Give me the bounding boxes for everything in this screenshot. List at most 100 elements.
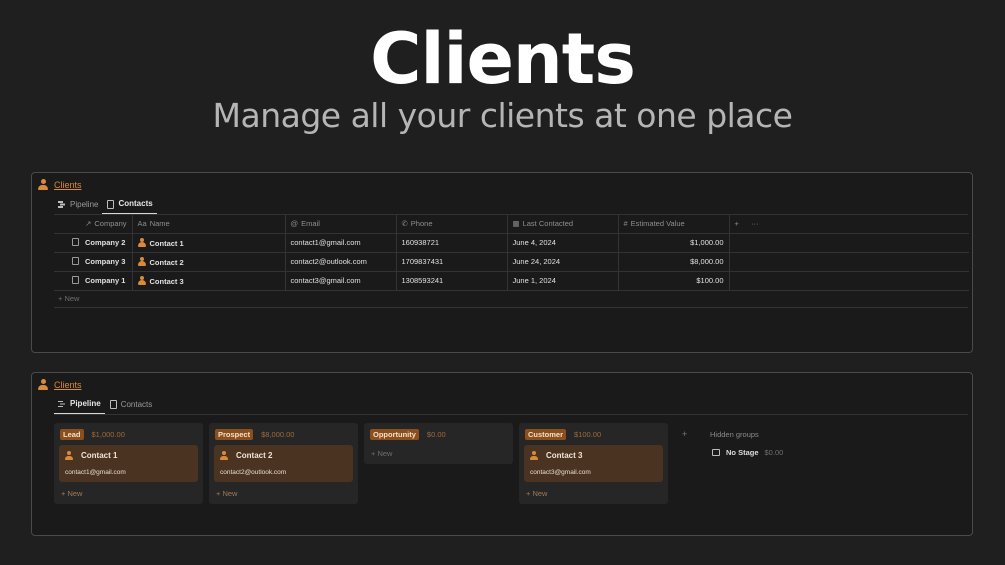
stage-badge: Lead: [60, 429, 84, 440]
tab-pipeline[interactable]: Pipeline: [54, 397, 105, 414]
add-card-button[interactable]: + New: [214, 489, 353, 498]
cell-name[interactable]: Contact 3: [132, 271, 286, 291]
stage-total: $8,000.00: [261, 430, 295, 439]
contacts-table: ↗ Company Aa Name @ Email ✆ Phone ▦ Last Cont…: [54, 215, 969, 291]
no-stage-value: $0.00: [764, 448, 784, 457]
column-header-last-contacted[interactable]: ▦ Last Contacted: [507, 215, 619, 234]
cell-company[interactable]: Company 1: [54, 271, 133, 291]
cell-last-contacted[interactable]: June 1, 2024: [507, 271, 619, 291]
pipeline-board: Lead $1,000.00 Contact 1 contact1@gmail.…: [54, 423, 668, 504]
column-actions: + ···: [729, 215, 969, 234]
cell-estimated-value[interactable]: $1,000.00: [618, 233, 730, 253]
hero-subtitle: Manage all your clients at one place: [212, 96, 793, 135]
person-icon: [137, 256, 146, 266]
column-header[interactable]: Prospect $8,000.00: [215, 429, 353, 440]
board-card[interactable]: Contact 2 contact2@outlook.com: [214, 445, 353, 482]
add-column-icon[interactable]: +: [735, 219, 739, 228]
tab-label: Contacts: [120, 399, 153, 409]
stage-badge: Customer: [525, 429, 567, 440]
calendar-icon: ▦: [512, 219, 520, 229]
cell-email[interactable]: contact2@outlook.com: [285, 252, 397, 272]
table-row[interactable]: Company 2 Contact 1 contact1@gmail.com 1…: [54, 233, 969, 253]
stage-total: $0.00: [426, 430, 446, 439]
tab-pipeline[interactable]: Pipeline: [54, 197, 102, 214]
card-email: contact3@gmail.com: [530, 469, 591, 476]
page-icon: [72, 276, 79, 284]
person-icon: [65, 451, 73, 460]
column-header[interactable]: Customer $100.00: [525, 429, 663, 440]
relation-icon: ↗: [85, 219, 92, 229]
card-email: contact2@outlook.com: [220, 469, 287, 476]
database-title-link[interactable]: Clients: [54, 180, 82, 190]
cell-phone[interactable]: 1308593241: [396, 271, 508, 291]
tabs-divider: [54, 414, 968, 415]
cell-name[interactable]: Contact 2: [132, 252, 286, 272]
hidden-group-no-stage[interactable]: No Stage $0.00: [712, 448, 783, 457]
board-card[interactable]: Contact 3 contact3@gmail.com: [524, 445, 663, 482]
column-header[interactable]: Lead $1,000.00: [60, 429, 198, 440]
column-header-company[interactable]: ↗ Company: [54, 215, 133, 234]
table-header-row: ↗ Company Aa Name @ Email ✆ Phone ▦ Last Cont…: [54, 215, 969, 234]
cell-last-contacted[interactable]: June 24, 2024: [507, 252, 619, 272]
column-header-phone[interactable]: ✆ Phone: [396, 215, 508, 234]
table-row[interactable]: Company 3 Contact 2 contact2@outlook.com…: [54, 252, 969, 272]
person-icon: [137, 237, 146, 247]
person-icon: [220, 451, 228, 460]
card-title: Contact 2: [220, 451, 347, 460]
person-icon: [38, 179, 48, 190]
table-row[interactable]: Company 1 Contact 3 contact3@gmail.com 1…: [54, 271, 969, 291]
stage-total: $100.00: [574, 430, 602, 439]
board-column-lead: Lead $1,000.00 Contact 1 contact1@gmail.…: [54, 423, 203, 504]
person-icon: [137, 275, 146, 285]
tab-label: Contacts: [118, 199, 153, 208]
add-group-icon[interactable]: +: [682, 429, 687, 439]
board-icon: [58, 400, 66, 408]
hero-title: Clients: [370, 18, 636, 100]
card-title: Contact 3: [530, 451, 657, 460]
board-card[interactable]: Contact 1 contact1@gmail.com: [59, 445, 198, 482]
database-header: Clients: [38, 179, 82, 190]
number-icon: #: [623, 219, 628, 229]
stage-badge: Opportunity: [370, 429, 419, 440]
cell-phone[interactable]: 1709837431: [396, 252, 508, 272]
stage-badge: Prospect: [215, 429, 254, 440]
cell-empty: [729, 233, 969, 253]
add-row-button[interactable]: + New: [58, 294, 79, 303]
text-icon: Aa: [137, 219, 147, 229]
cell-company[interactable]: Company 2: [54, 233, 133, 253]
hidden-groups-label: Hidden groups: [710, 430, 759, 439]
cell-empty: [729, 252, 969, 272]
column-header[interactable]: Opportunity $0.00: [370, 429, 508, 440]
page-icon: [72, 257, 79, 265]
cell-name[interactable]: Contact 1: [132, 233, 286, 253]
stage-total: $1,000.00: [91, 430, 125, 439]
cell-company[interactable]: Company 3: [54, 252, 133, 272]
cell-email[interactable]: contact1@gmail.com: [285, 233, 397, 253]
document-icon: [106, 199, 115, 209]
cell-empty: [729, 271, 969, 291]
cell-phone[interactable]: 160938721: [396, 233, 508, 253]
more-options-icon[interactable]: ···: [751, 219, 759, 228]
cell-last-contacted[interactable]: June 4, 2024: [507, 233, 619, 253]
cell-email[interactable]: contact3@gmail.com: [285, 271, 397, 291]
database-header: Clients: [38, 379, 82, 390]
add-card-button[interactable]: + New: [59, 489, 198, 498]
board-column-customer: Customer $100.00 Contact 3 contact3@gmai…: [519, 423, 668, 504]
view-tabs: Pipeline Contacts: [54, 397, 156, 414]
inbox-icon: [712, 449, 720, 456]
cell-estimated-value[interactable]: $100.00: [618, 271, 730, 291]
board-column-opportunity: Opportunity $0.00 + New: [364, 423, 513, 464]
person-icon: [530, 451, 538, 460]
tab-contacts[interactable]: Contacts: [102, 197, 157, 214]
column-header-estimated-value[interactable]: # Estimated Value: [618, 215, 730, 234]
column-header-email[interactable]: @ Email: [285, 215, 397, 234]
clients-table-panel: Clients Pipeline Contacts ↗ Company Aa Nam…: [31, 172, 973, 353]
at-icon: @: [290, 219, 299, 229]
database-title-link[interactable]: Clients: [54, 380, 82, 390]
document-icon: [109, 400, 117, 409]
tab-contacts[interactable]: Contacts: [105, 397, 157, 414]
column-header-name[interactable]: Aa Name: [132, 215, 286, 234]
cell-estimated-value[interactable]: $8,000.00: [618, 252, 730, 272]
add-card-button[interactable]: + New: [524, 489, 663, 498]
add-card-button[interactable]: + New: [369, 449, 508, 458]
